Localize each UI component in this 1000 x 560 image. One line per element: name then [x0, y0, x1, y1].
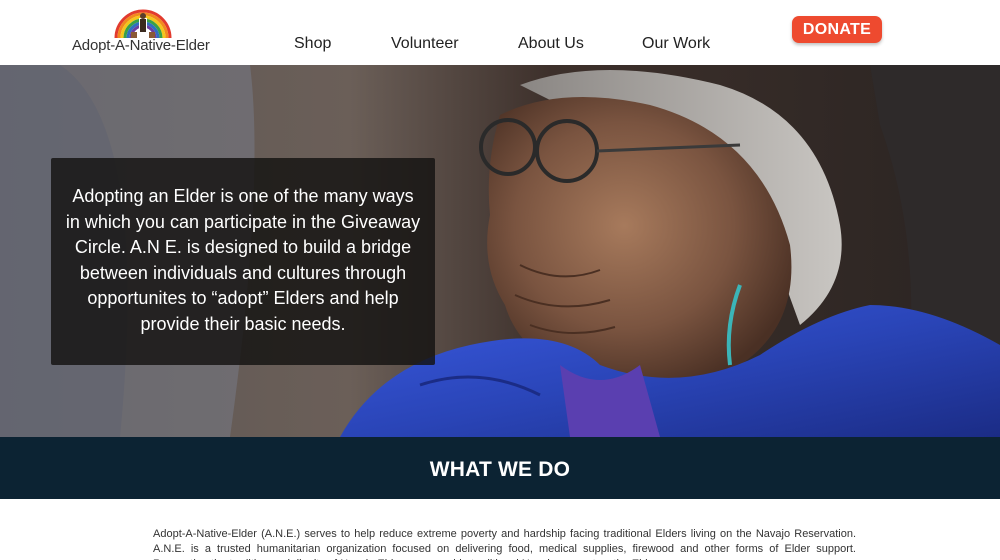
nav-shop[interactable]: Shop — [294, 35, 331, 53]
nav-our-work[interactable]: Our Work — [642, 35, 710, 53]
donate-button[interactable]: DONATE — [792, 16, 882, 43]
site-logo[interactable]: Adopt-A-Native-Elder — [60, 6, 230, 60]
section-body-text: Adopt-A-Native-Elder (A.N.E.) serves to … — [153, 528, 856, 560]
logo-text: Adopt-A-Native-Elder — [72, 37, 210, 54]
nav-about-us[interactable]: About Us — [518, 35, 584, 53]
section-title: WHAT WE DO — [429, 458, 571, 481]
hero-text-panel: Adopting an Elder is one of the many way… — [51, 158, 435, 365]
nav-volunteer[interactable]: Volunteer — [391, 35, 459, 53]
hero-banner: Adopting an Elder is one of the many way… — [0, 65, 1000, 437]
site-header: Adopt-A-Native-Elder Shop Volunteer Abou… — [0, 0, 1000, 65]
hero-text: Adopting an Elder is one of the many way… — [65, 186, 421, 334]
rainbow-logo-icon — [114, 9, 172, 39]
section-header-band: WHAT WE DO — [0, 437, 1000, 499]
